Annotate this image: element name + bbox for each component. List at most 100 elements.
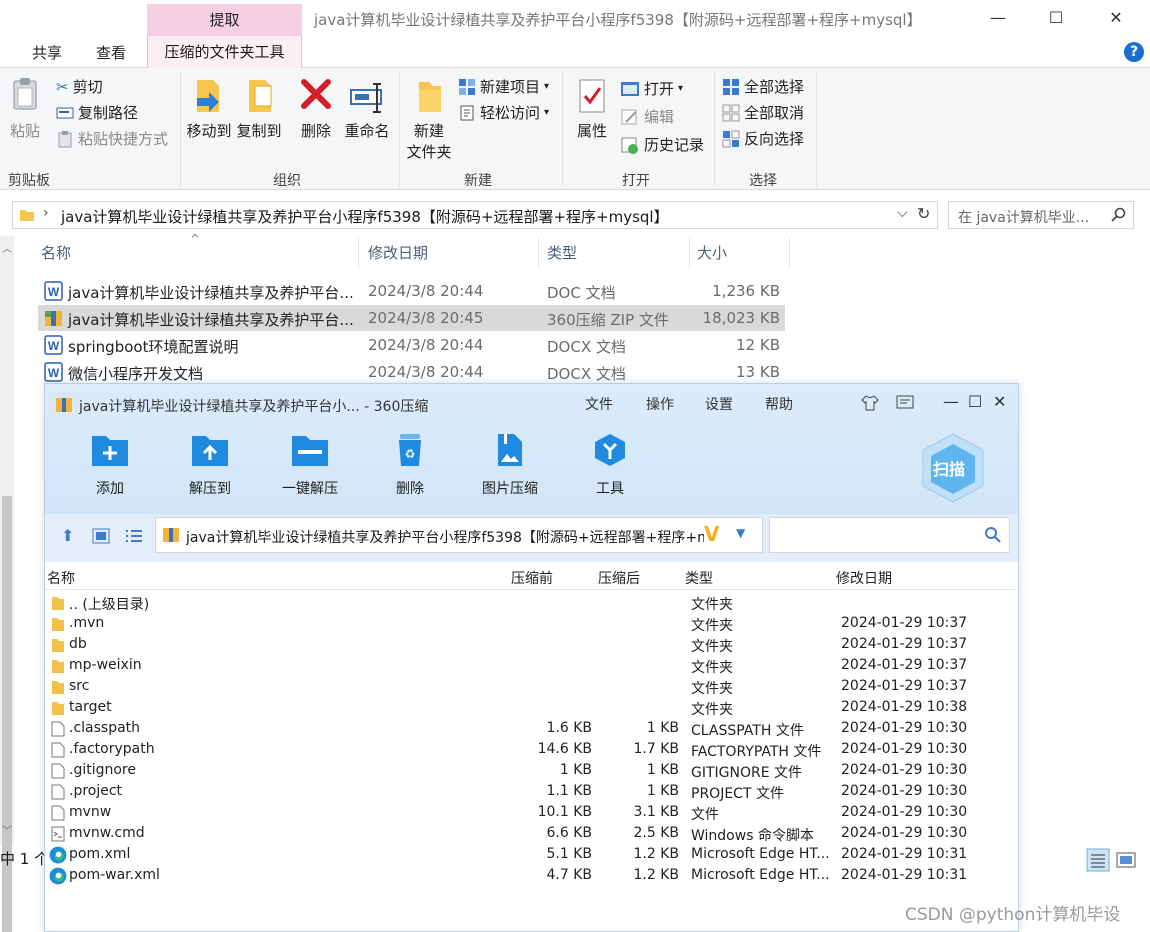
- details-view-icon[interactable]: [1086, 848, 1110, 872]
- column-divider[interactable]: [358, 238, 359, 268]
- column-name[interactable]: 名称: [41, 236, 71, 270]
- zip-list-item[interactable]: pom-war.xml 4.7 KB 1.2 KB Microsoft Edge HT…: [45, 866, 1018, 887]
- scroll-down-icon[interactable]: ﹀: [2, 822, 12, 837]
- minimize-icon[interactable]: —: [988, 8, 1008, 28]
- column-type[interactable]: 类型: [547, 236, 577, 270]
- extract-to-button[interactable]: 解压到: [165, 432, 255, 498]
- zip-list-item[interactable]: target 文件夹 2024-01-29 10:38: [45, 698, 1018, 719]
- zip-column-name[interactable]: 名称: [47, 568, 75, 588]
- zip-column-type[interactable]: 类型: [685, 568, 713, 588]
- column-divider[interactable]: [538, 238, 539, 268]
- zip-item-name: .classpath: [69, 720, 141, 736]
- tools-button[interactable]: 工具: [565, 432, 655, 498]
- column-date[interactable]: 修改日期: [368, 236, 428, 270]
- paste-button[interactable]: 粘贴: [10, 76, 42, 141]
- feedback-icon[interactable]: [896, 394, 914, 412]
- search-input[interactable]: 在 java计算机毕业...: [948, 201, 1134, 229]
- zip-list-item[interactable]: .factorypath 14.6 KB 1.7 KB FACTORYPATH 文件 2…: [45, 740, 1018, 761]
- zip-list-item[interactable]: mvnw 10.1 KB 3.1 KB 文件 2024-01-29 10:30: [45, 803, 1018, 824]
- tab-share[interactable]: 共享: [32, 42, 62, 63]
- move-to-button[interactable]: 移动到: [186, 76, 232, 141]
- file-row[interactable]: Wspringboot环境配置说明 2024/3/8 20:44 DOCX 文档 12…: [38, 332, 785, 358]
- open-button[interactable]: 打开 ▾: [620, 78, 683, 99]
- refresh-icon[interactable]: ↻: [917, 204, 930, 223]
- large-icons-view-icon[interactable]: [1114, 848, 1138, 872]
- navigation-pane-scrollbar[interactable]: ︿ ﹀: [0, 236, 14, 932]
- menu-operate[interactable]: 操作: [646, 394, 674, 414]
- file-date: 2024/3/8 20:45: [368, 309, 484, 327]
- menu-file[interactable]: 文件: [585, 394, 613, 414]
- zip-maximize-icon[interactable]: ☐: [968, 392, 982, 411]
- zip-delete-button[interactable]: ♻ 删除: [365, 432, 455, 498]
- menu-help[interactable]: 帮助: [765, 394, 793, 414]
- file-row[interactable]: Wjava计算机毕业设计绿植共享及养护平台... 2024/3/8 20:44 DO…: [38, 278, 785, 304]
- zip-column-compressed[interactable]: 压缩后: [598, 568, 640, 588]
- zip-list-item[interactable]: .project 1.1 KB 1 KB PROJECT 文件 2024-01-29 1…: [45, 782, 1018, 803]
- invert-selection-button[interactable]: 反向选择: [722, 128, 804, 149]
- zip-item-compressed: 1.2 KB: [633, 846, 680, 862]
- scan-button[interactable]: 扫描: [917, 432, 989, 504]
- extract-tab[interactable]: 提取: [147, 4, 302, 36]
- address-bar[interactable]: › java计算机毕业设计绿植共享及养护平台小程序f5398【附源码+远程部署+…: [12, 201, 938, 229]
- column-divider[interactable]: [789, 238, 790, 268]
- zip-list-item[interactable]: .gitignore 1 KB 1 KB GITIGNORE 文件 2024-01-29…: [45, 761, 1018, 782]
- image-compress-button[interactable]: 图片压缩: [465, 432, 555, 498]
- zip-list-item[interactable]: src 文件夹 2024-01-29 10:37: [45, 677, 1018, 698]
- help-icon[interactable]: ?: [1124, 42, 1144, 62]
- zip-list-item[interactable]: mp-weixin 文件夹 2024-01-29 10:37: [45, 656, 1018, 677]
- one-click-extract-button[interactable]: 一键解压: [265, 432, 355, 498]
- paste-shortcut-button[interactable]: 粘贴快捷方式: [56, 128, 168, 149]
- column-size[interactable]: 大小: [697, 236, 727, 270]
- rename-button[interactable]: 重命名: [344, 76, 390, 141]
- vip-badge-icon[interactable]: V: [704, 522, 719, 546]
- file-row[interactable]: java计算机毕业设计绿植共享及养护平台... 2024/3/8 20:45 360…: [38, 305, 785, 331]
- paste-shortcut-icon: [58, 130, 72, 147]
- zip-list-item[interactable]: pom.xml 5.1 KB 1.2 KB Microsoft Edge HT... 2…: [45, 845, 1018, 866]
- zip-search-input[interactable]: [769, 517, 1010, 553]
- history-button[interactable]: 历史记录: [620, 134, 704, 155]
- properties-button[interactable]: 属性: [574, 76, 610, 141]
- list-view-icon[interactable]: [125, 528, 143, 544]
- select-none-button[interactable]: 全部取消: [722, 102, 804, 123]
- up-arrow-icon[interactable]: ⬆: [61, 526, 74, 545]
- tab-compressed-folder-tools[interactable]: 压缩的文件夹工具: [147, 36, 302, 68]
- new-folder-label-1: 新建: [413, 122, 444, 140]
- select-all-button[interactable]: 全部选择: [722, 76, 804, 97]
- clipboard-group-label: 剪贴板: [8, 173, 50, 189]
- maximize-icon[interactable]: ☐: [1046, 8, 1066, 28]
- delete-button[interactable]: 删除: [298, 76, 334, 141]
- edit-button[interactable]: 编辑: [620, 106, 674, 127]
- add-button[interactable]: 添加: [65, 432, 155, 498]
- file-row[interactable]: W 微信小程序开发文档 2024/3/8 20:44 DOCX 文档 13 KB: [38, 359, 785, 385]
- zip-item-type: Windows 命令脚本: [691, 828, 814, 844]
- zip-list-item[interactable]: .classpath 1.6 KB 1 KB CLASSPATH 文件 2024-01-…: [45, 719, 1018, 740]
- zip-list-item[interactable]: db 文件夹 2024-01-29 10:37: [45, 635, 1018, 656]
- zip-item-date: 2024-01-29 10:37: [841, 678, 968, 694]
- tab-view[interactable]: 查看: [96, 42, 126, 63]
- zip-close-icon[interactable]: ✕: [993, 392, 1006, 411]
- zip-path-bar[interactable]: java计算机毕业设计绿植共享及养护平台小程序f5398【附源码+远程部署+程序…: [155, 517, 763, 553]
- copy-path-button[interactable]: 复制路径: [56, 102, 138, 123]
- zip-item-date: 2024-01-29 10:31: [841, 867, 968, 883]
- close-icon[interactable]: ✕: [1106, 8, 1126, 28]
- scroll-up-icon[interactable]: ︿: [2, 240, 12, 255]
- zip-minimize-icon[interactable]: —: [943, 392, 959, 411]
- new-folder-button[interactable]: 新建 文件夹: [406, 76, 452, 162]
- zip-list-item[interactable]: .mvn 文件夹 2024-01-29 10:37: [45, 614, 1018, 635]
- zip-list-item[interactable]: .. (上级目录) 文件夹: [45, 593, 1018, 614]
- menu-settings[interactable]: 设置: [705, 394, 733, 414]
- zip-column-date[interactable]: 修改日期: [836, 568, 892, 588]
- easy-access-button[interactable]: 轻松访问 ▾: [458, 102, 549, 123]
- chevron-down-icon[interactable]: ▼: [736, 526, 745, 540]
- zip-list-item[interactable]: mvnw.cmd 6.6 KB 2.5 KB Windows 命令脚本 2024-01-…: [45, 824, 1018, 845]
- column-divider[interactable]: [689, 238, 690, 268]
- skin-shirt-icon[interactable]: [861, 394, 879, 412]
- chevron-right-icon[interactable]: ›: [43, 205, 49, 221]
- new-item-button[interactable]: 新建项目 ▾: [458, 76, 549, 97]
- cut-button[interactable]: ✂ 剪切: [56, 76, 103, 97]
- copy-to-button[interactable]: 复制到: [236, 76, 282, 141]
- zip-column-packed[interactable]: 压缩前: [511, 568, 553, 588]
- chevron-down-icon[interactable]: ⌵: [897, 205, 908, 221]
- zip-item-type: 文件夹: [691, 660, 733, 676]
- thumbnail-view-icon[interactable]: [92, 528, 110, 544]
